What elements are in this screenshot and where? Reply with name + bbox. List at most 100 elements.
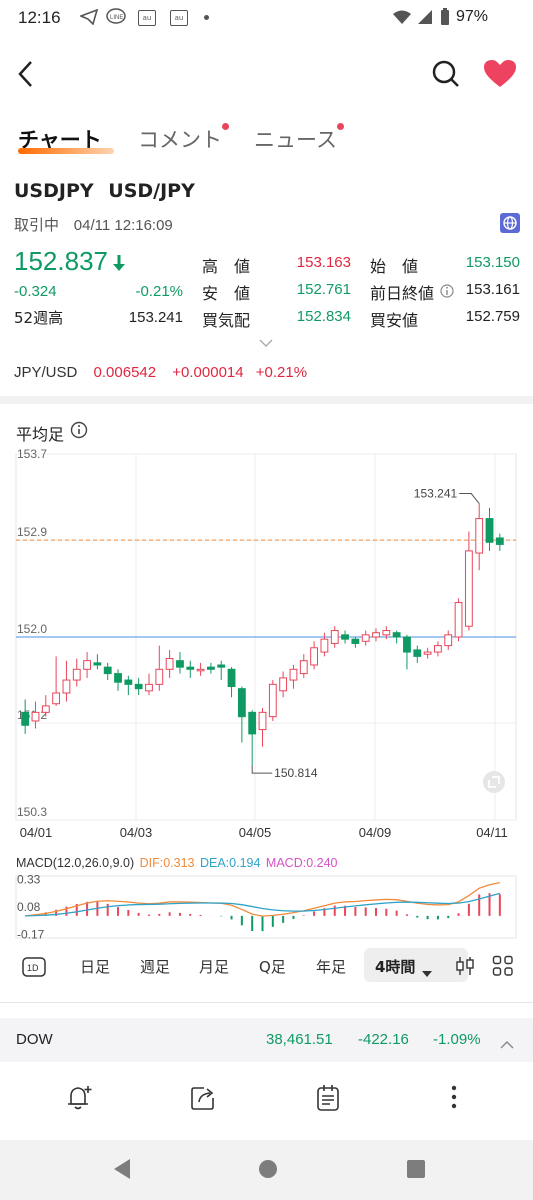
alert-bell-add-icon[interactable] bbox=[66, 1084, 94, 1116]
week52-label: 52週高 bbox=[14, 309, 64, 327]
layout-grid-icon[interactable] bbox=[492, 955, 514, 981]
low-label: 安 値 bbox=[202, 284, 251, 303]
status-time: 12:16 bbox=[18, 8, 61, 27]
candle bbox=[454, 598, 463, 642]
period-daily[interactable]: 日足 bbox=[80, 956, 110, 977]
candle bbox=[72, 658, 81, 687]
candle bbox=[351, 637, 360, 648]
candle bbox=[145, 673, 153, 696]
bid-value: 152.834 bbox=[296, 308, 351, 325]
candle bbox=[341, 630, 349, 644]
quote-datetime: 04/11 12:16:09 bbox=[73, 217, 173, 234]
period-4h-label: 4時間 bbox=[375, 958, 416, 976]
candle bbox=[165, 649, 174, 678]
candle bbox=[176, 652, 184, 674]
nav-home-icon[interactable] bbox=[258, 1159, 278, 1183]
period-quarterly[interactable]: Q足 bbox=[259, 956, 286, 977]
price-change: -0.324 bbox=[14, 283, 57, 300]
high-label: 高 値 bbox=[202, 257, 251, 276]
more-notifications-dot bbox=[204, 15, 209, 20]
reset-zoom-icon[interactable] bbox=[483, 771, 505, 793]
period-monthly[interactable]: 月足 bbox=[199, 956, 229, 977]
symbol-header: USDJPY USD/JPY bbox=[14, 180, 195, 202]
candle bbox=[330, 626, 339, 648]
candle bbox=[361, 630, 370, 646]
info-icon[interactable] bbox=[440, 283, 454, 302]
section-divider bbox=[0, 396, 533, 404]
y-tick-label: 152.0 bbox=[17, 622, 47, 636]
expand-chevron-icon[interactable] bbox=[258, 333, 274, 352]
y-tick-label: 150.3 bbox=[17, 805, 47, 819]
ticker-pct: -1.09% bbox=[433, 1031, 481, 1048]
macd-y-tick: 0.08 bbox=[17, 900, 41, 914]
dropdown-triangle-icon bbox=[422, 962, 432, 981]
index-ticker[interactable]: DOW 38,461.51 -422.16 -1.09% bbox=[0, 1018, 533, 1062]
chevron-up-icon[interactable] bbox=[500, 1034, 514, 1053]
price-change-pct: -0.21% bbox=[135, 283, 183, 300]
macd-frame bbox=[15, 875, 517, 939]
candle bbox=[52, 656, 61, 706]
app-notification-icon-2: au bbox=[170, 10, 188, 26]
candle bbox=[186, 660, 195, 678]
candle bbox=[237, 686, 246, 743]
share-icon[interactable] bbox=[190, 1085, 216, 1115]
comment-badge-dot bbox=[222, 123, 229, 130]
y-tick-label: 152.9 bbox=[17, 525, 47, 539]
candle bbox=[83, 652, 91, 678]
ticker-change: -422.16 bbox=[358, 1031, 409, 1048]
macd-dea: DEA:0.194 bbox=[199, 856, 261, 870]
battery-icon bbox=[440, 8, 450, 30]
candle bbox=[320, 632, 329, 657]
candle bbox=[475, 503, 484, 571]
price-chart[interactable]: 153.7152.9152.0151.2150.304/0104/0304/05… bbox=[0, 440, 533, 850]
macd-params: MACD(12.0,26.0,9.0) bbox=[16, 856, 135, 870]
globe-icon[interactable] bbox=[500, 213, 520, 237]
battery-percent: 97% bbox=[456, 8, 489, 25]
candle bbox=[114, 669, 122, 691]
candle bbox=[434, 641, 442, 657]
candle bbox=[423, 647, 432, 659]
nav-recents-icon[interactable] bbox=[406, 1159, 426, 1183]
news-badge-dot bbox=[337, 123, 344, 130]
macd-value: MACD:0.240 bbox=[265, 856, 338, 870]
calendar-1d-icon[interactable]: 1D bbox=[22, 955, 46, 981]
symbol-name: USD/JPY bbox=[108, 180, 195, 202]
line-icon: LINE bbox=[106, 8, 126, 30]
macd-y-tick: -0.17 bbox=[17, 928, 45, 942]
inverse-change: +0.000014 bbox=[172, 364, 244, 381]
tab-comment[interactable]: コメント bbox=[138, 124, 222, 154]
low-marker-label: 150.814 bbox=[274, 766, 318, 780]
y-tick-label: 153.7 bbox=[17, 447, 47, 461]
tab-active-indicator bbox=[18, 148, 114, 154]
candle bbox=[103, 662, 112, 681]
candle bbox=[444, 630, 453, 650]
ask-label: 買安値 bbox=[370, 311, 419, 330]
period-weekly[interactable]: 週足 bbox=[140, 956, 170, 977]
trade-status: 取引中 04/11 12:16:09 bbox=[14, 214, 173, 235]
calendar-icon[interactable] bbox=[316, 1084, 340, 1116]
x-tick-label: 04/11 bbox=[476, 825, 508, 840]
macd-chart[interactable]: 0.33 0.08 -0.17 bbox=[0, 872, 533, 942]
favorite-heart-icon[interactable] bbox=[484, 60, 516, 92]
macd-dif-line bbox=[25, 881, 500, 917]
last-price: 152.837 bbox=[14, 246, 108, 276]
back-icon[interactable] bbox=[16, 60, 36, 92]
high-marker-line bbox=[459, 493, 480, 504]
more-menu-icon[interactable] bbox=[450, 1084, 458, 1116]
wifi-icon bbox=[392, 9, 412, 29]
status-bar: 12:16 LINE au au 97% bbox=[0, 0, 533, 36]
period-4h-button[interactable]: 4時間 bbox=[364, 948, 468, 982]
x-tick-label: 04/01 bbox=[20, 825, 53, 840]
candle-style-icon[interactable] bbox=[455, 955, 475, 981]
candle bbox=[206, 662, 215, 674]
search-icon[interactable] bbox=[432, 60, 460, 92]
tab-news[interactable]: ニュース bbox=[254, 124, 337, 154]
candle bbox=[403, 634, 411, 670]
ticker-name: DOW bbox=[16, 1031, 53, 1048]
candle bbox=[93, 654, 102, 670]
candle bbox=[413, 645, 422, 663]
nav-back-icon[interactable] bbox=[112, 1158, 132, 1184]
candle bbox=[62, 660, 71, 702]
period-yearly[interactable]: 年足 bbox=[316, 956, 346, 977]
svg-text:1D: 1D bbox=[27, 963, 39, 973]
